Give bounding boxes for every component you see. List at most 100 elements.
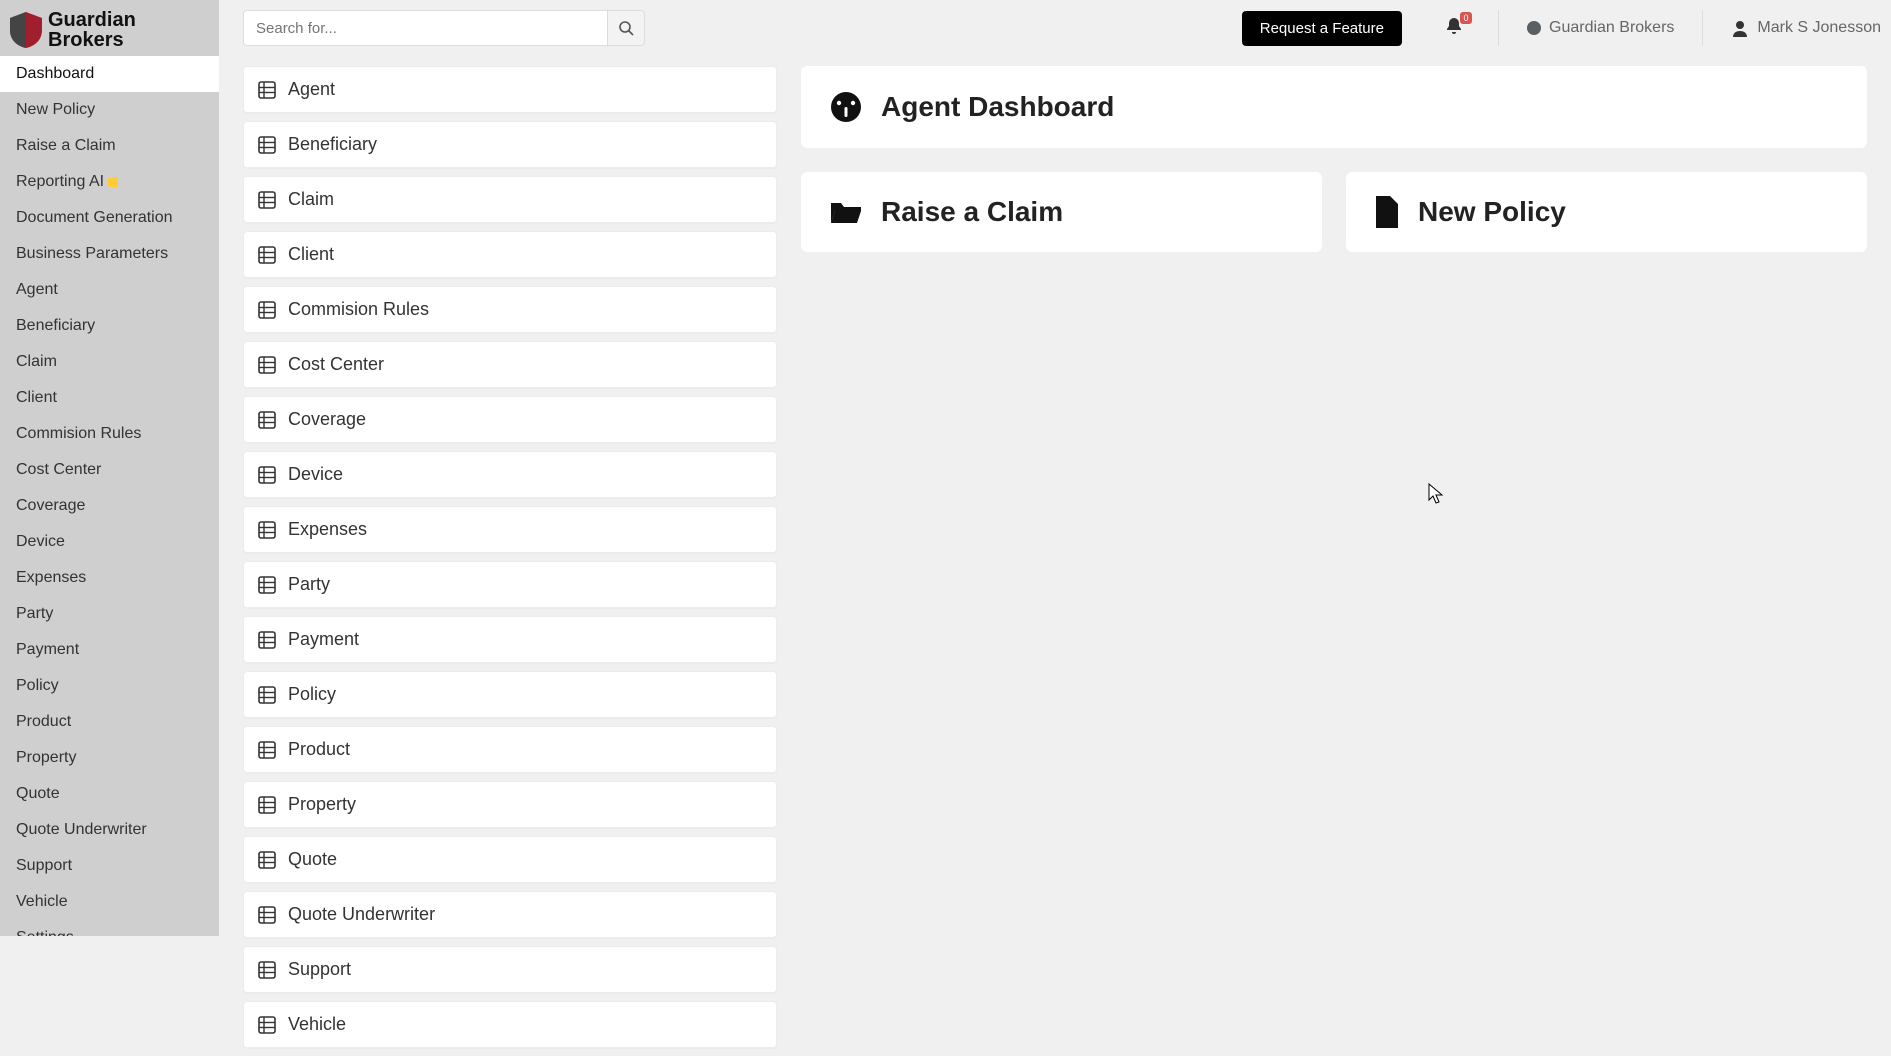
table-list-icon — [258, 411, 276, 429]
table-list-icon — [258, 1016, 276, 1034]
sidebar-item-label: Cost Center — [16, 461, 101, 478]
sidebar-item-property[interactable]: Property — [0, 740, 219, 776]
sidebar-item-payment[interactable]: Payment — [0, 632, 219, 668]
sidebar-item-label: Policy — [16, 677, 59, 694]
sidebar-item-agent[interactable]: Agent — [0, 272, 219, 308]
sidebar-item-label: Expenses — [16, 569, 86, 586]
table-list-icon — [258, 136, 276, 154]
sidebar-item-client[interactable]: Client — [0, 380, 219, 416]
sidebar-item-raise-a-claim[interactable]: Raise a Claim — [0, 128, 219, 164]
module-card-quote-underwriter[interactable]: Quote Underwriter — [243, 891, 777, 938]
sidebar-item-quote[interactable]: Quote — [0, 776, 219, 812]
module-card-support[interactable]: Support — [243, 946, 777, 993]
sidebar-item-business-parameters[interactable]: Business Parameters — [0, 236, 219, 272]
module-card-quote[interactable]: Quote — [243, 836, 777, 883]
module-card-label: Payment — [288, 629, 359, 650]
module-card-label: Beneficiary — [288, 134, 377, 155]
sidebar-item-coverage[interactable]: Coverage — [0, 488, 219, 524]
org-avatar-icon — [1527, 21, 1541, 35]
sidebar-item-label: Commision Rules — [16, 425, 141, 442]
sidebar-item-commision-rules[interactable]: Commision Rules — [0, 416, 219, 452]
module-card-claim[interactable]: Claim — [243, 176, 777, 223]
sidebar-item-label: Product — [16, 713, 71, 730]
sidebar-item-device[interactable]: Device — [0, 524, 219, 560]
sidebar-item-policy[interactable]: Policy — [0, 668, 219, 704]
module-card-label: Property — [288, 794, 356, 815]
table-list-icon — [258, 466, 276, 484]
sidebar-item-product[interactable]: Product — [0, 704, 219, 740]
module-card-property[interactable]: Property — [243, 781, 777, 828]
table-list-icon — [258, 356, 276, 374]
module-card-cost-center[interactable]: Cost Center — [243, 341, 777, 388]
search-button[interactable] — [607, 10, 645, 46]
module-card-client[interactable]: Client — [243, 231, 777, 278]
module-card-party[interactable]: Party — [243, 561, 777, 608]
app-logo[interactable]: Guardian Brokers — [0, 0, 219, 56]
module-card-product[interactable]: Product — [243, 726, 777, 773]
table-list-icon — [258, 741, 276, 759]
sidebar-item-support[interactable]: Support — [0, 848, 219, 884]
table-list-icon — [258, 686, 276, 704]
sidebar-item-label: Property — [16, 749, 76, 766]
new-badge-icon — [108, 177, 118, 187]
search-input[interactable] — [243, 10, 607, 46]
org-selector[interactable]: Guardian Brokers — [1509, 19, 1692, 37]
sidebar-item-settings[interactable]: Settings — [0, 920, 219, 936]
module-card-agent[interactable]: Agent — [243, 66, 777, 113]
notifications-button[interactable]: 0 — [1444, 16, 1464, 41]
sidebar-item-expenses[interactable]: Expenses — [0, 560, 219, 596]
search-icon — [618, 20, 634, 36]
sidebar-item-cost-center[interactable]: Cost Center — [0, 452, 219, 488]
sidebar-item-claim[interactable]: Claim — [0, 344, 219, 380]
user-menu[interactable]: Mark S Jonesson — [1713, 19, 1891, 37]
table-list-icon — [258, 246, 276, 264]
sidebar-item-label: Document Generation — [16, 209, 173, 226]
sidebar-item-new-policy[interactable]: New Policy — [0, 92, 219, 128]
file-icon — [1374, 196, 1400, 228]
sidebar-item-label: New Policy — [16, 101, 95, 118]
request-feature-button[interactable]: Request a Feature — [1242, 11, 1402, 46]
sidebar-item-label: Agent — [16, 281, 58, 298]
sidebar-item-label: Raise a Claim — [16, 137, 116, 154]
sidebar-item-label: Party — [16, 605, 53, 622]
sidebar-item-document-generation[interactable]: Document Generation — [0, 200, 219, 236]
sidebar-item-label: Coverage — [16, 497, 85, 514]
module-card-policy[interactable]: Policy — [243, 671, 777, 718]
brand-line1: Guardian — [48, 10, 136, 30]
module-card-commision-rules[interactable]: Commision Rules — [243, 286, 777, 333]
table-list-icon — [258, 961, 276, 979]
module-card-label: Quote — [288, 849, 337, 870]
sidebar-item-dashboard[interactable]: Dashboard — [0, 56, 219, 92]
module-card-label: Expenses — [288, 519, 367, 540]
sidebar-item-label: Beneficiary — [16, 317, 95, 334]
module-card-payment[interactable]: Payment — [243, 616, 777, 663]
user-icon — [1731, 19, 1749, 37]
new-policy-title: New Policy — [1418, 196, 1566, 228]
module-card-label: Product — [288, 739, 350, 760]
main-content: Agent Beneficiary Claim Client Commision Rul… — [219, 56, 1891, 936]
sidebar-item-vehicle[interactable]: Vehicle — [0, 884, 219, 920]
module-card-device[interactable]: Device — [243, 451, 777, 498]
user-name: Mark S Jonesson — [1757, 19, 1881, 37]
sidebar-item-label: Quote Underwriter — [16, 821, 147, 838]
module-list-column: Agent Beneficiary Claim Client Commision Rul… — [243, 66, 777, 1056]
module-card-coverage[interactable]: Coverage — [243, 396, 777, 443]
module-card-label: Agent — [288, 79, 335, 100]
module-card-label: Vehicle — [288, 1014, 346, 1035]
agent-dashboard-card[interactable]: Agent Dashboard — [801, 66, 1867, 148]
sidebar-item-reporting-ai[interactable]: Reporting AI — [0, 164, 219, 200]
new-policy-card[interactable]: New Policy — [1346, 172, 1867, 252]
sidebar-item-label: Business Parameters — [16, 245, 168, 262]
module-card-vehicle[interactable]: Vehicle — [243, 1001, 777, 1048]
table-list-icon — [258, 576, 276, 594]
module-card-beneficiary[interactable]: Beneficiary — [243, 121, 777, 168]
module-card-expenses[interactable]: Expenses — [243, 506, 777, 553]
sidebar-item-beneficiary[interactable]: Beneficiary — [0, 308, 219, 344]
sidebar-item-quote-underwriter[interactable]: Quote Underwriter — [0, 812, 219, 848]
raise-claim-card[interactable]: Raise a Claim — [801, 172, 1322, 252]
table-list-icon — [258, 191, 276, 209]
search-wrap — [243, 10, 645, 46]
table-list-icon — [258, 301, 276, 319]
sidebar-item-party[interactable]: Party — [0, 596, 219, 632]
module-card-label: Policy — [288, 684, 336, 705]
